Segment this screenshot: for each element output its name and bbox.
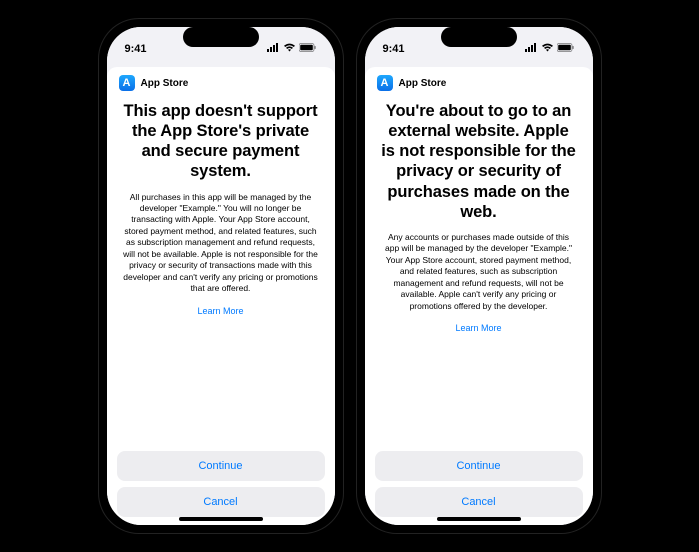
appstore-icon: A [377,75,393,91]
phone-mockup-left: 9:41 A App Store This app doesn't suppor… [99,19,343,533]
sheet-content: This app doesn't support the App Store's… [107,95,335,441]
cancel-button[interactable]: Cancel [375,487,583,517]
status-indicators [267,43,317,55]
learn-more-link[interactable]: Learn More [197,306,243,316]
sheet-header: A App Store [365,67,593,95]
battery-icon [299,43,317,55]
action-buttons: Continue Cancel [365,441,593,525]
status-time: 9:41 [125,43,147,55]
body-text: Any accounts or purchases made outside o… [381,232,577,312]
sheet-header: A App Store [107,67,335,95]
cellular-icon [267,43,280,55]
body-text: All purchases in this app will be manage… [123,192,319,295]
status-time: 9:41 [383,43,405,55]
wifi-icon [541,43,554,55]
headline: This app doesn't support the App Store's… [123,101,319,182]
home-indicator [437,517,521,521]
headline: You're about to go to an external websit… [381,101,577,222]
screen: 9:41 A App Store You're about to go to a… [365,27,593,525]
status-indicators [525,43,575,55]
screen: 9:41 A App Store This app doesn't suppor… [107,27,335,525]
modal-sheet: A App Store This app doesn't support the… [107,67,335,525]
notch [183,27,259,47]
battery-icon [557,43,575,55]
sheet-title: App Store [141,78,189,89]
learn-more-link[interactable]: Learn More [455,323,501,333]
sheet-title: App Store [399,78,447,89]
action-buttons: Continue Cancel [107,441,335,525]
home-indicator [179,517,263,521]
continue-button[interactable]: Continue [375,451,583,481]
sheet-content: You're about to go to an external websit… [365,95,593,441]
notch [441,27,517,47]
modal-sheet: A App Store You're about to go to an ext… [365,67,593,525]
continue-button[interactable]: Continue [117,451,325,481]
cancel-button[interactable]: Cancel [117,487,325,517]
cellular-icon [525,43,538,55]
appstore-icon: A [119,75,135,91]
wifi-icon [283,43,296,55]
phone-mockup-right: 9:41 A App Store You're about to go to a… [357,19,601,533]
